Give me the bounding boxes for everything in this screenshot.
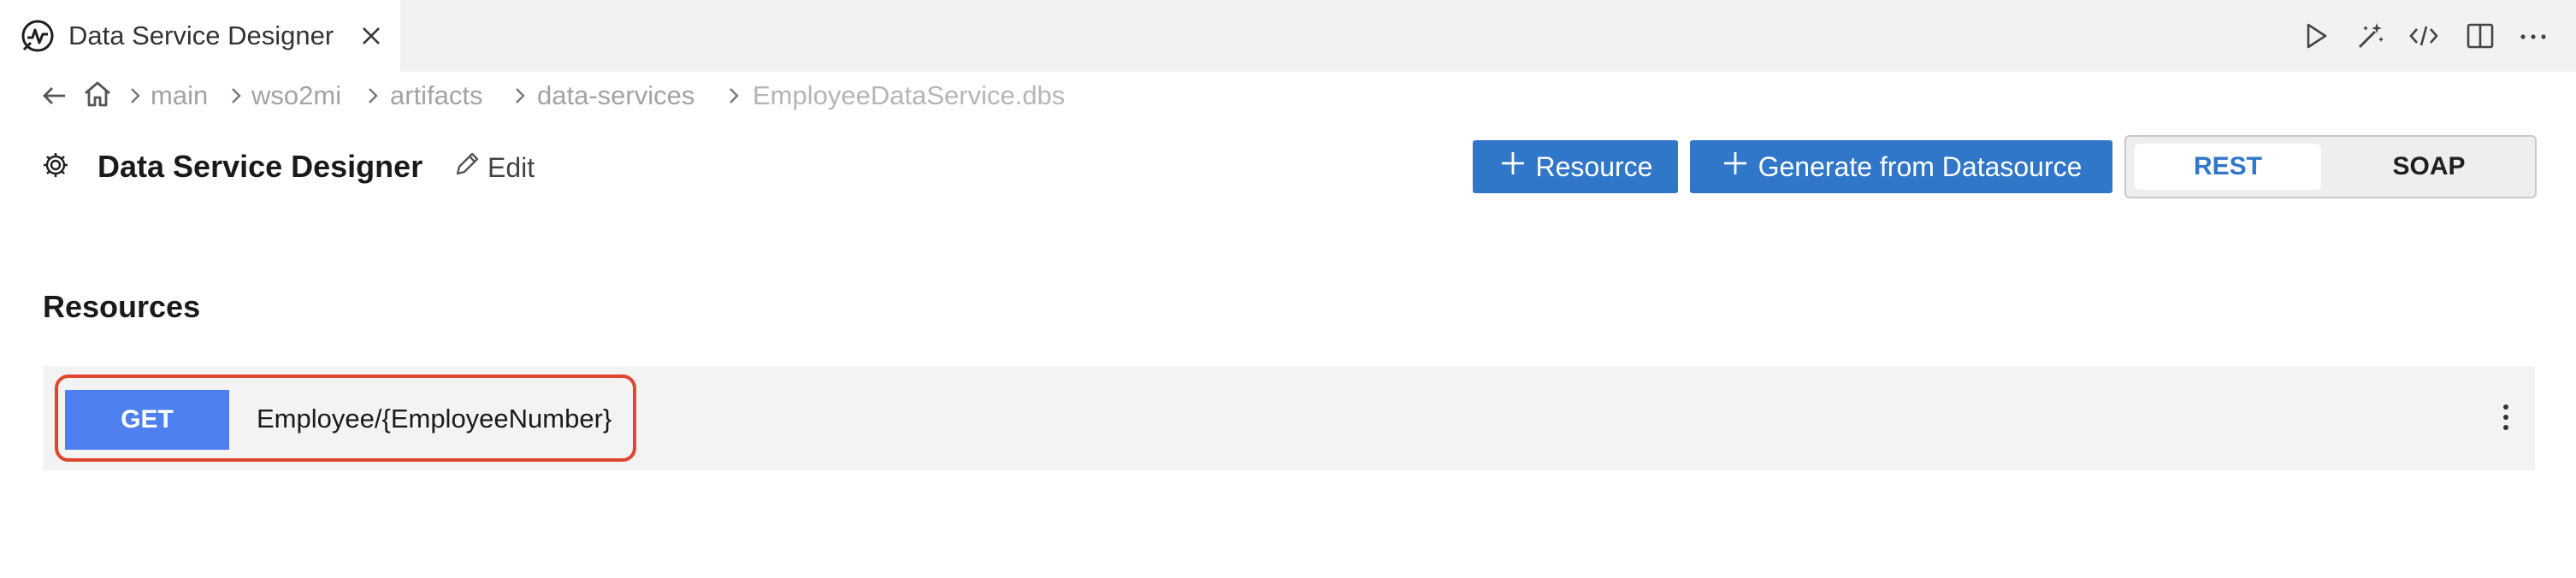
- chevron-right-icon: [363, 86, 383, 106]
- chevron-right-icon: [510, 86, 530, 106]
- resource-path: Employee/{EmployeeNumber}: [257, 404, 612, 434]
- split-editor-icon[interactable]: [2463, 19, 2497, 53]
- designer-tab-icon: [19, 17, 56, 55]
- generate-label: Generate from Datasource: [1758, 150, 2083, 182]
- generate-from-datasource-button[interactable]: Generate from Datasource: [1690, 140, 2112, 193]
- tab-data-service-designer[interactable]: Data Service Designer: [0, 0, 400, 72]
- mode-rest-option[interactable]: REST: [2135, 144, 2321, 190]
- breadcrumb-item-wso2mi[interactable]: wso2mi: [251, 79, 341, 113]
- resources-section-title: Resources: [43, 289, 201, 324]
- code-icon[interactable]: [2407, 19, 2441, 53]
- gear-icon: [41, 150, 70, 180]
- pencil-icon: [452, 149, 482, 186]
- breadcrumb-item-main[interactable]: main: [151, 79, 208, 113]
- plus-icon: [1721, 149, 1750, 185]
- mode-soap-option[interactable]: SOAP: [2331, 144, 2526, 190]
- page-title: Data Service Designer: [97, 149, 423, 184]
- resource-row[interactable]: GET Employee/{EmployeeNumber}: [43, 366, 2535, 470]
- breadcrumb-item-data-services[interactable]: data-services: [537, 79, 694, 113]
- home-icon[interactable]: [80, 77, 115, 111]
- chevron-right-icon: [125, 86, 145, 106]
- chevron-right-icon: [226, 86, 246, 106]
- add-resource-label: Resource: [1535, 150, 1653, 182]
- add-resource-button[interactable]: Resource: [1473, 140, 1678, 193]
- tab-title: Data Service Designer: [68, 21, 334, 50]
- edit-button[interactable]: Edit: [452, 150, 535, 185]
- more-icon[interactable]: [2516, 19, 2550, 53]
- chevron-right-icon: [724, 86, 744, 106]
- api-mode-toggle: REST SOAP: [2124, 135, 2537, 198]
- run-icon[interactable]: [2299, 19, 2333, 53]
- close-icon[interactable]: [359, 24, 383, 48]
- edit-label: Edit: [487, 151, 535, 183]
- kebab-menu-icon[interactable]: [2487, 398, 2525, 436]
- editor-tab-bar: Data Service Designer: [0, 0, 2576, 72]
- breadcrumb-item-current: EmployeeDataService.dbs: [753, 80, 1066, 110]
- breadcrumb-item-artifacts[interactable]: artifacts: [390, 79, 483, 113]
- magic-wand-icon[interactable]: [2354, 19, 2388, 53]
- back-arrow-icon[interactable]: [38, 79, 72, 113]
- plus-icon: [1498, 149, 1527, 185]
- method-badge-get: GET: [65, 390, 229, 450]
